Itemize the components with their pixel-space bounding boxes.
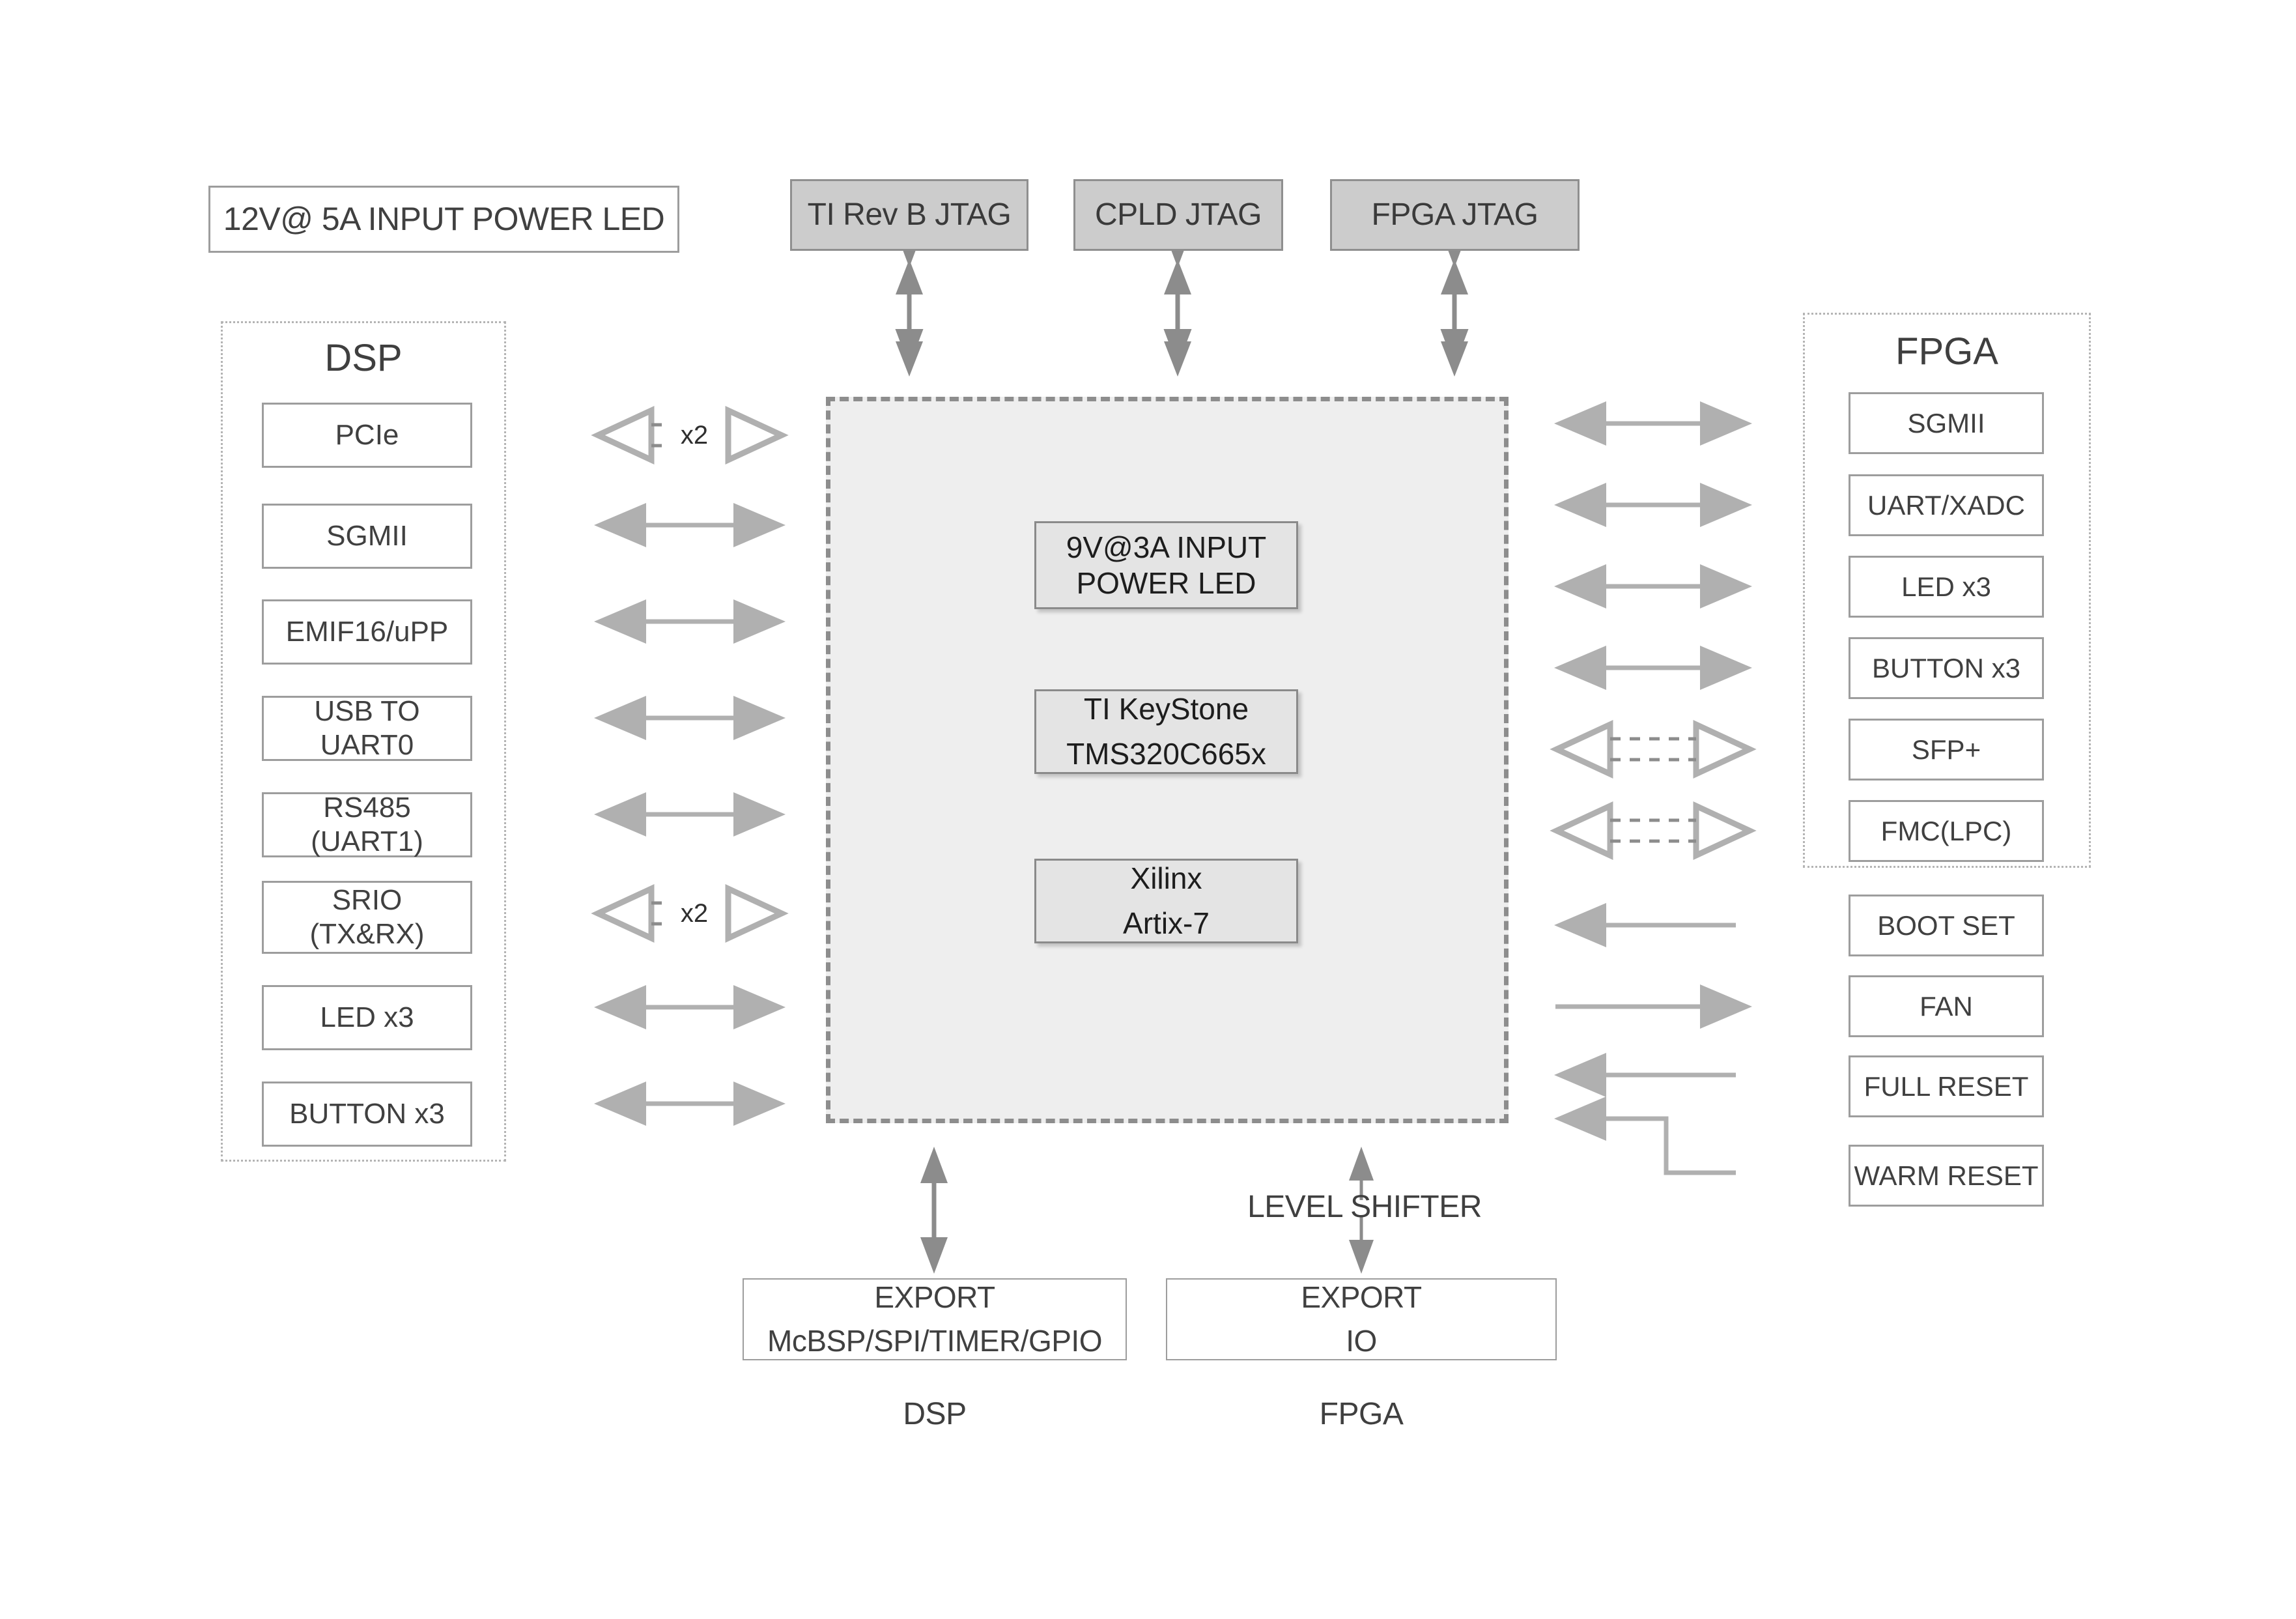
export-box-dsp[interactable]: EXPORT McBSP/SPI/TIMER/GPIO <box>743 1278 1127 1360</box>
left-arrow-usb-uart0 <box>594 696 786 740</box>
dsp-group-title: DSP <box>324 336 403 379</box>
core-chip-ti-keystone: TI KeyStone TMS320C665x <box>1034 689 1298 774</box>
left-arrow-rs485 <box>594 792 786 837</box>
fpga-item-led-x3[interactable]: LED x3 <box>1849 556 2044 618</box>
dsp-item-button-x3-label: BUTTON x3 <box>289 1098 445 1130</box>
fpga-item-button-x3-label: BUTTON x3 <box>1872 652 2020 683</box>
dsp-item-led-x3-label: LED x3 <box>320 1001 414 1034</box>
jtag-arrowheads <box>896 259 1468 377</box>
dsp-item-srio-label: SRIO (TX&RX) <box>309 884 425 950</box>
dsp-item-button-x3[interactable]: BUTTON x3 <box>262 1082 472 1147</box>
fpga-item-fmc-lpc-label: FMC(LPC) <box>1880 815 2012 846</box>
right-arrow-warm-reset <box>1554 1096 1736 1175</box>
block-diagram-canvas: 12V@ 5A INPUT POWER LED TI Rev B JTAG CP… <box>0 0 2296 1619</box>
dsp-item-pcie[interactable]: PCIe <box>262 403 472 468</box>
right-arrow-boot-set <box>1554 903 1736 947</box>
dsp-item-rs485-uart1[interactable]: RS485 (UART1) <box>262 792 472 857</box>
left-link-multiplier-srio: x2 <box>664 898 724 929</box>
jtag-label-cpld: CPLD JTAG <box>1095 197 1262 232</box>
dsp-item-usb-to-uart0[interactable]: USB TO UART0 <box>262 695 472 761</box>
fpga-item-sgmii[interactable]: SGMII <box>1849 392 2044 454</box>
jtag-box-fpga[interactable]: FPGA JTAG <box>1330 179 1580 251</box>
fpga-item-led-x3-label: LED x3 <box>1901 571 1991 602</box>
right-arrow-button <box>1554 646 1752 690</box>
jtag-arrow-shafts <box>907 289 1457 347</box>
right-item-fan-label: FAN <box>1920 990 1973 1022</box>
dsp-item-pcie-label: PCIe <box>335 419 399 451</box>
core-chip-power-led-label: 9V@3A INPUT POWER LED <box>1066 530 1267 600</box>
left-arrow-button <box>594 1082 786 1126</box>
core-chip-power-led: 9V@3A INPUT POWER LED <box>1034 521 1298 609</box>
right-item-full-reset[interactable]: FULL RESET <box>1849 1055 2044 1117</box>
right-item-fan[interactable]: FAN <box>1849 975 2044 1037</box>
jtag-box-cpld[interactable]: CPLD JTAG <box>1073 179 1283 251</box>
right-arrow-led <box>1554 564 1752 609</box>
fpga-item-fmc-lpc[interactable]: FMC(LPC) <box>1849 800 2044 862</box>
fpga-item-uart-xadc[interactable]: UART/XADC <box>1849 474 2044 536</box>
power-input-led-label: 12V@ 5A INPUT POWER LED <box>223 201 665 237</box>
fpga-item-button-x3[interactable]: BUTTON x3 <box>1849 637 2044 699</box>
export-box-dsp-label: EXPORT McBSP/SPI/TIMER/GPIO <box>767 1280 1102 1358</box>
export-box-fpga-label: EXPORT IO <box>1301 1280 1422 1358</box>
right-arrow-full-reset <box>1554 1053 1736 1097</box>
dsp-item-sgmii[interactable]: SGMII <box>262 504 472 569</box>
right-item-warm-reset-label: WARM RESET <box>1854 1160 2039 1191</box>
dsp-item-sgmii-label: SGMII <box>326 520 408 552</box>
level-shifter-label: LEVEL SHIFTER <box>1247 1189 1482 1224</box>
dsp-item-led-x3[interactable]: LED x3 <box>262 985 472 1050</box>
left-arrow-sgmii <box>594 503 786 547</box>
fpga-group-title: FPGA <box>1895 330 1998 373</box>
jtag-connectors <box>895 229 1469 367</box>
fpga-item-uart-xadc-label: UART/XADC <box>1867 489 2025 521</box>
left-arrow-emif <box>594 599 786 644</box>
right-item-boot-set-label: BOOT SET <box>1877 910 2015 941</box>
jtag-label-ti-rev-b: TI Rev B JTAG <box>807 197 1012 232</box>
export-caption-dsp: DSP <box>903 1396 967 1431</box>
jtag-box-ti-rev-b[interactable]: TI Rev B JTAG <box>790 179 1028 251</box>
export-box-fpga[interactable]: EXPORT IO <box>1166 1278 1557 1360</box>
right-arrow-fmc <box>1550 801 1757 861</box>
fpga-item-sgmii-label: SGMII <box>1907 407 1985 438</box>
dsp-item-emif16-upp[interactable]: EMIF16/uPP <box>262 599 472 665</box>
left-link-multiplier-pcie: x2 <box>664 420 724 451</box>
right-arrow-sfp <box>1550 719 1757 779</box>
right-item-warm-reset[interactable]: WARM RESET <box>1849 1145 2044 1207</box>
right-arrow-sgmii <box>1554 401 1752 446</box>
jtag-label-fpga: FPGA JTAG <box>1371 197 1538 232</box>
right-item-boot-set[interactable]: BOOT SET <box>1849 895 2044 956</box>
dsp-item-usb-to-uart0-label: USB TO UART0 <box>314 695 420 761</box>
core-chip-xilinx-artix7-label: Xilinx Artix-7 <box>1123 861 1210 940</box>
core-chip-ti-keystone-label: TI KeyStone TMS320C665x <box>1066 692 1266 771</box>
fpga-item-sfp-plus-label: SFP+ <box>1911 734 1981 765</box>
dsp-item-srio[interactable]: SRIO (TX&RX) <box>262 881 472 954</box>
left-arrow-led <box>594 985 786 1029</box>
power-input-led-box: 12V@ 5A INPUT POWER LED <box>208 186 679 253</box>
fpga-item-sfp-plus[interactable]: SFP+ <box>1849 719 2044 781</box>
export-caption-fpga: FPGA <box>1319 1396 1404 1431</box>
export-dsp-connector <box>920 1147 948 1274</box>
right-arrow-uart-xadc <box>1554 483 1752 527</box>
right-item-full-reset-label: FULL RESET <box>1864 1070 2029 1102</box>
core-chip-xilinx-artix7: Xilinx Artix-7 <box>1034 859 1298 943</box>
dsp-item-emif16-upp-label: EMIF16/uPP <box>285 616 449 648</box>
dsp-item-rs485-uart1-label: RS485 (UART1) <box>311 792 423 857</box>
right-arrow-fan <box>1555 984 1752 1029</box>
